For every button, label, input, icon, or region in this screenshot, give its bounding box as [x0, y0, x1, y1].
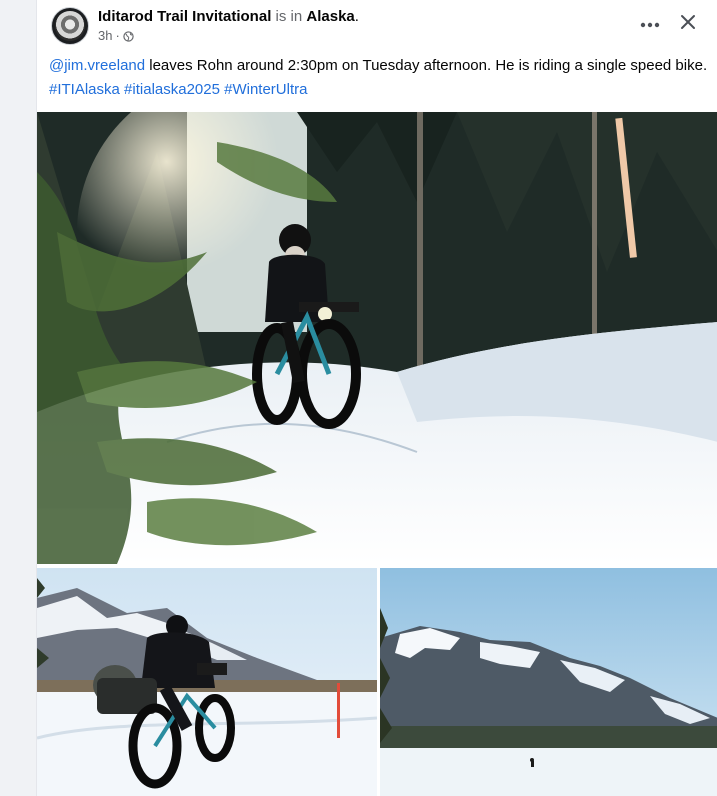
globe-icon	[123, 30, 134, 42]
location-suffix: .	[354, 8, 359, 25]
post-meta: 3h ·	[98, 28, 134, 43]
photo-rider-mountains	[37, 568, 377, 796]
mention-link[interactable]: @jim.vreeland	[49, 57, 145, 74]
post-header: Iditarod Trail Invitational is in Alaska…	[37, 0, 717, 50]
post-card: Iditarod Trail Invitational is in Alaska…	[36, 0, 717, 796]
hashtag-link[interactable]: #ITIAlaska	[49, 81, 120, 98]
left-rail	[0, 0, 28, 796]
photo-bottom-left[interactable]	[37, 568, 377, 796]
more-horizontal-icon	[640, 15, 660, 33]
photo-main[interactable]	[37, 112, 717, 564]
photo-forest-rider	[37, 112, 717, 564]
post-timestamp[interactable]: 3h	[98, 28, 112, 43]
post-body-text: leaves Rohn around 2:30pm on Tuesday aft…	[145, 57, 708, 74]
photo-grid	[37, 112, 717, 796]
page-name-link[interactable]: Iditarod Trail Invitational	[98, 8, 271, 25]
post-title: Iditarod Trail Invitational is in Alaska…	[98, 8, 359, 25]
close-icon	[680, 14, 696, 35]
hashtag-link[interactable]: #itialaska2025	[124, 81, 220, 98]
post-message-line: @jim.vreeland leaves Rohn around 2:30pm …	[49, 55, 709, 77]
photo-mountain-lake	[380, 568, 717, 796]
location-link[interactable]: Alaska	[306, 8, 354, 25]
more-options-button[interactable]	[635, 11, 665, 37]
photo-bottom-right[interactable]	[380, 568, 717, 796]
post-message: @jim.vreeland leaves Rohn around 2:30pm …	[49, 55, 709, 101]
avatar-logo	[55, 11, 85, 41]
hashtag-line: #ITIAlaska #itialaska2025 #WinterUltra	[49, 79, 709, 101]
hashtag-link[interactable]: #WinterUltra	[224, 81, 307, 98]
close-post-button[interactable]	[673, 9, 703, 39]
is-in-text: is in	[275, 8, 303, 25]
page-avatar[interactable]	[51, 7, 89, 45]
meta-separator: ·	[115, 28, 120, 43]
